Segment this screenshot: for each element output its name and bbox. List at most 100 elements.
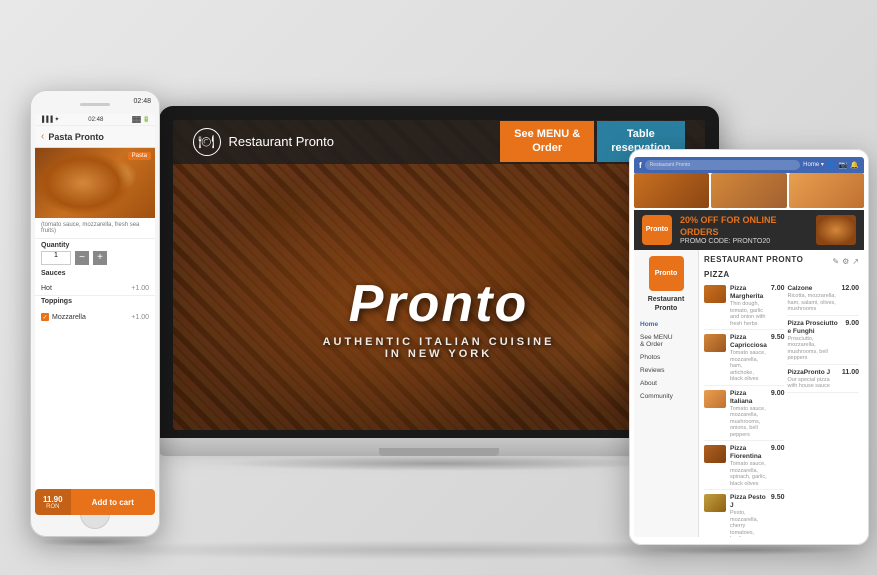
phone-app-header: ‹ Pasta Pronto <box>35 126 155 148</box>
phone-page-title: Pasta Pronto <box>48 132 104 142</box>
toppings-section: Toppings <box>35 296 155 310</box>
item-name-5: Pizza Pesto J <box>730 494 767 510</box>
mozzarella-checkbox[interactable]: ✓ <box>41 313 49 321</box>
menu-thumb-2 <box>704 334 726 352</box>
fb-sidebar: Pronto Restaurant Pronto Home See MENU& … <box>634 250 699 537</box>
menu-info-2: Pizza Capricciosa Tomato sauce, mozzarel… <box>730 334 767 383</box>
mozzarella-checkbox-label[interactable]: ✓ Mozzarella <box>41 313 86 321</box>
main-scene: 🍽 Restaurant Pronto See MENU & Order Tab… <box>0 0 877 575</box>
sidebar-item-reviews[interactable]: Reviews <box>634 364 698 377</box>
item-price-2: 9.50 <box>771 334 785 341</box>
tablet-screen: f Restaurant Pronto Home ▾ 👤 📷 🔔 <box>634 157 864 537</box>
item-name-1: Pizza Margherita <box>730 285 767 301</box>
quantity-plus-button[interactable]: + <box>93 251 107 265</box>
promo-text: 20% OFF FOR ONLINE ORDERS PROMO CODE: PR… <box>680 215 808 245</box>
fb-action-icons: ✎ ⚙ ↗ <box>832 257 859 266</box>
quantity-minus-button[interactable]: − <box>75 251 89 265</box>
menu-thumb-3 <box>704 390 726 408</box>
menu-thumb-4 <box>704 445 726 463</box>
fb-promo-banner: Pronto 20% OFF FOR ONLINE ORDERS PROMO C… <box>634 210 864 250</box>
pizza-right-col: Calzone Ricotta, mozzarella, ham, salami… <box>787 283 859 537</box>
phone-body: 02:48 ▐▐▐ ✦ 02:48 ▓▓ 🔋 ‹ Pasta Pronto Pa… <box>30 90 160 537</box>
item-price-calzone: 12.00 <box>841 285 859 292</box>
fb-cover-photo-1 <box>634 173 709 208</box>
promo-logo: Pronto <box>642 215 672 245</box>
fb-share-icon[interactable]: ↗ <box>852 257 859 266</box>
menu-item-calzone: Calzone Ricotta, mozzarella, ham, salami… <box>787 283 859 316</box>
sidebar-item-menu[interactable]: See MENU& Order <box>634 331 698 351</box>
item-name-4: Pizza Fiorentina <box>730 445 767 461</box>
fb-section-header: RESTAURANT PRONTO ✎ ⚙ ↗ <box>704 255 859 268</box>
menu-info-prosciutto: Pizza Prosciutto e Funghi Prosciutto, mo… <box>787 320 841 362</box>
quantity-input[interactable]: 1 <box>41 251 71 265</box>
item-price-4: 9.00 <box>771 445 785 452</box>
fb-bell-icon[interactable]: 🔔 <box>850 161 859 169</box>
menu-info-1: Pizza Margherita Thin dough, tomato, gar… <box>730 285 767 327</box>
quantity-section: Quantity 1 − + <box>35 239 155 268</box>
mozzarella-row: ✓ Mozzarella +1.00 <box>35 310 155 324</box>
item-desc-3: Tomato sauce, mozzarella, mushrooms, oni… <box>730 406 767 439</box>
phone-device: 02:48 ▐▐▐ ✦ 02:48 ▓▓ 🔋 ‹ Pasta Pronto Pa… <box>30 90 160 537</box>
fb-photo-icon[interactable]: 📷 <box>839 161 848 169</box>
add-to-cart-button[interactable]: 11.90 RON Add to cart <box>35 489 155 494</box>
menu-item-italiana: Pizza Italiana Tomato sauce, mozzarella,… <box>704 388 784 442</box>
sidebar-item-photos[interactable]: Photos <box>634 351 698 364</box>
menu-info-5: Pizza Pesto J Pesto, mozzarella, cherry … <box>730 494 767 537</box>
sidebar-item-home[interactable]: Home <box>634 318 698 331</box>
menu-item-capricciosa: Pizza Capricciosa Tomato sauce, mozzarel… <box>704 332 784 386</box>
tablet-body: f Restaurant Pronto Home ▾ 👤 📷 🔔 <box>629 149 869 545</box>
item-price-5: 9.50 <box>771 494 785 501</box>
sidebar-item-community[interactable]: Community <box>634 390 698 403</box>
item-desc-4: Tomato sauce, mozzarella, spinach, garli… <box>730 461 767 487</box>
sauce-select-row: Hot +1.00 <box>35 282 155 296</box>
phone-status-bar: ▐▐▐ ✦ 02:48 ▓▓ 🔋 <box>35 114 155 126</box>
item-desc-1: Thin dough, tomato, garlic and onion wit… <box>730 301 767 327</box>
fb-settings-icon[interactable]: ⚙ <box>842 257 849 266</box>
nav-logo-icon: 🍽 <box>193 128 221 156</box>
hero-subtitle: AUTHENTIC ITALIAN CUISINEIN NEW YORK <box>173 336 705 360</box>
fb-cover-photo-3 <box>789 173 864 208</box>
menu-thumb-1 <box>704 285 726 303</box>
menu-thumb-5 <box>704 494 726 512</box>
nav-logo: 🍽 Restaurant Pronto <box>193 128 335 156</box>
fb-search-text: Restaurant Pronto <box>650 162 691 168</box>
fb-main-content: RESTAURANT PRONTO ✎ ⚙ ↗ PIZZA <box>699 250 864 537</box>
item-price-1: 7.00 <box>771 285 785 292</box>
fb-header: f Restaurant Pronto Home ▾ 👤 📷 🔔 <box>634 157 864 173</box>
menu-item-fiorentina: Pizza Fiorentina Tomato sauce, mozzarell… <box>704 443 784 490</box>
see-menu-button[interactable]: See MENU & Order <box>500 121 594 161</box>
menu-item-margherita: Pizza Margherita Thin dough, tomato, gar… <box>704 283 784 330</box>
item-desc-calzone: Ricotta, mozzarella, ham, salami, olives… <box>787 293 837 313</box>
phone-speaker <box>80 103 110 106</box>
fb-home-icon[interactable]: Home ▾ <box>803 161 824 169</box>
hero-content: Pronto AUTHENTIC ITALIAN CUISINEIN NEW Y… <box>173 278 705 360</box>
promo-logo-text: Pronto <box>646 226 669 234</box>
fb-logo: f <box>639 161 642 170</box>
pizza-left-col: Pizza Margherita Thin dough, tomato, gar… <box>704 283 784 537</box>
promo-main: 20% OFF FOR ONLINE ORDERS <box>680 215 808 238</box>
phone-screen: ▐▐▐ ✦ 02:48 ▓▓ 🔋 ‹ Pasta Pronto Pasta (t… <box>35 114 155 494</box>
sauce-value: Hot <box>41 285 52 292</box>
hero-title: Pronto <box>173 278 705 330</box>
fb-edit-icon[interactable]: ✎ <box>832 257 839 266</box>
item-name-pizzapronto: PizzaPronto J <box>787 369 837 377</box>
mozzarella-label: Mozzarella <box>52 314 86 321</box>
food-badge: Pasta <box>128 152 151 160</box>
cart-price: 11.90 RON <box>35 489 71 494</box>
promo-percent: 20% OFF <box>680 215 719 225</box>
phone-description: (tomato sauce, mozzarella, fresh sea fru… <box>35 218 155 239</box>
sauce-price: +1.00 <box>131 285 149 292</box>
pizza-menu-grid: Pizza Margherita Thin dough, tomato, gar… <box>704 283 859 537</box>
item-desc-2: Tomato sauce, mozzarella, ham, artichoke… <box>730 350 767 383</box>
fb-restaurant-logo: Pronto <box>649 256 684 291</box>
toppings-label: Toppings <box>41 298 149 305</box>
item-price-pizzapronto: 11.00 <box>842 369 859 376</box>
back-arrow-icon[interactable]: ‹ <box>41 131 44 142</box>
menu-info-calzone: Calzone Ricotta, mozzarella, ham, salami… <box>787 285 837 313</box>
fb-user-icon[interactable]: 👤 <box>827 161 836 169</box>
nav-logo-text: Restaurant Pronto <box>229 134 335 149</box>
item-name-2: Pizza Capricciosa <box>730 334 767 350</box>
fb-search[interactable]: Restaurant Pronto <box>645 160 800 170</box>
sidebar-item-about[interactable]: About <box>634 377 698 390</box>
item-name-prosciutto: Pizza Prosciutto e Funghi <box>787 320 841 336</box>
